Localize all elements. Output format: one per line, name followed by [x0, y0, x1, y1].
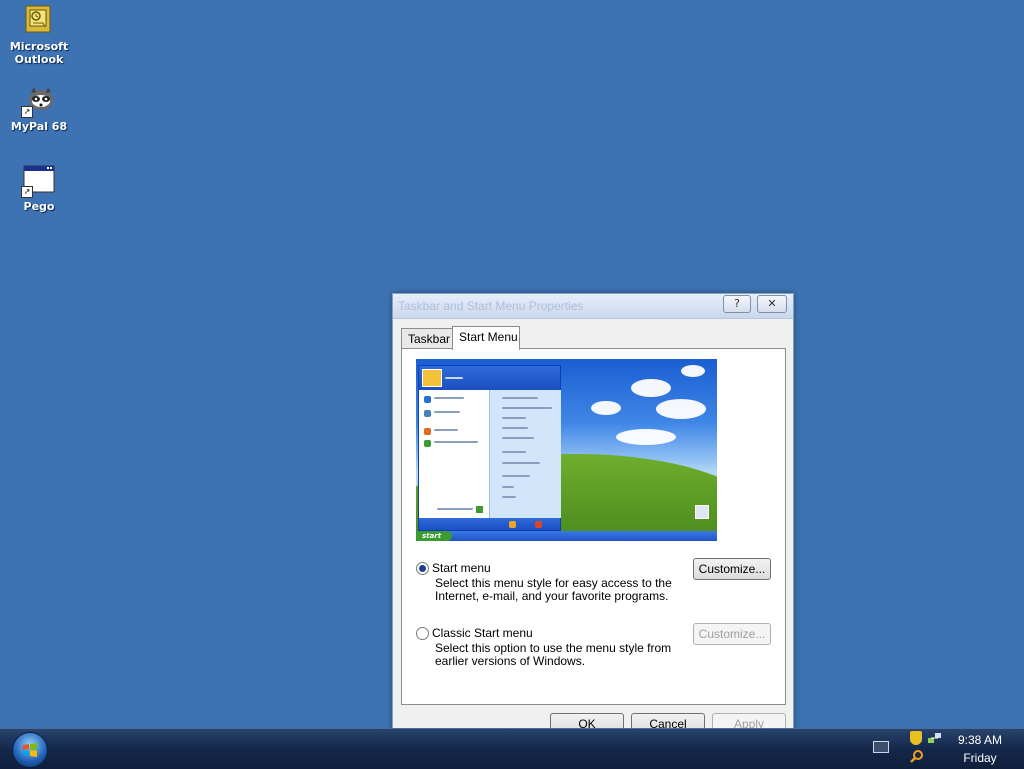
- xp-line: [502, 427, 528, 429]
- xp-menu-right-column: [489, 390, 561, 518]
- cloud-shape: [656, 399, 706, 419]
- xp-line: [502, 437, 534, 439]
- classic-start-menu-option-description: Select this option to use the menu style…: [435, 641, 672, 668]
- close-button[interactable]: ✕: [757, 295, 787, 313]
- xp-line: [437, 508, 473, 510]
- shutdown-icon: [535, 521, 542, 528]
- start-button[interactable]: [12, 732, 48, 768]
- recycle-bin-icon: [695, 505, 709, 519]
- arrow-icon: [476, 506, 483, 513]
- logoff-icon: [509, 521, 516, 528]
- msn-icon: [424, 428, 431, 435]
- dialog-title: Taskbar and Start Menu Properties: [398, 299, 584, 313]
- xp-line: [502, 475, 530, 477]
- xp-taskbar-preview: start: [416, 531, 717, 541]
- xp-line: [434, 429, 458, 431]
- clock-day[interactable]: Friday: [950, 751, 1010, 765]
- xp-line: [502, 407, 552, 409]
- cloud-shape: [631, 379, 671, 397]
- xp-line: [502, 496, 516, 498]
- outlook-icon: [23, 4, 55, 36]
- help-button[interactable]: ?: [723, 295, 751, 313]
- taskbar-start-menu-properties-dialog: Taskbar and Start Menu Properties ? ✕ Ta…: [392, 293, 794, 735]
- xp-line: [434, 411, 460, 413]
- xp-line: [502, 462, 540, 464]
- xp-start-menu-preview: [418, 365, 561, 531]
- classic-start-menu-option-label[interactable]: Classic Start menu: [432, 626, 533, 640]
- xp-menu-footer: [419, 518, 560, 530]
- xp-line: [434, 441, 478, 443]
- clock-time[interactable]: 9:38 AM: [950, 733, 1010, 747]
- classic-customize-button: Customize...: [693, 623, 771, 645]
- start-menu-customize-button[interactable]: Customize...: [693, 558, 771, 580]
- desktop-icon-label: Pego: [23, 200, 55, 213]
- windows-flag-icon: [23, 743, 37, 757]
- start-menu-radio[interactable]: [416, 562, 429, 575]
- start-menu-tab-panel: start Start menu Select this menu style …: [401, 348, 786, 705]
- shield-icon[interactable]: [910, 731, 922, 745]
- xp-line: [434, 397, 464, 399]
- internet-icon: [424, 396, 431, 403]
- tab-start-menu[interactable]: Start Menu: [452, 326, 520, 350]
- start-menu-option-label[interactable]: Start menu: [432, 561, 491, 575]
- cloud-shape: [591, 401, 621, 415]
- raccoon-icon: ↗: [21, 84, 55, 118]
- xp-line: [502, 397, 538, 399]
- shortcut-arrow-icon: ↗: [21, 106, 33, 118]
- xp-line: [502, 486, 514, 488]
- xp-line: [445, 377, 463, 379]
- desktop-icon-pego[interactable]: ↗ Pego: [0, 164, 78, 213]
- shortcut-arrow-icon: ↗: [21, 186, 33, 198]
- cloud-shape: [616, 429, 676, 445]
- email-icon: [424, 410, 431, 417]
- title-bar[interactable]: Taskbar and Start Menu Properties ? ✕: [393, 294, 793, 319]
- desktop-icon-label: MyPal 68: [10, 120, 68, 133]
- tour-icon: [424, 440, 431, 447]
- start-menu-preview-image: start: [416, 359, 717, 541]
- window-app-icon: ↗: [21, 164, 55, 198]
- tab-taskbar[interactable]: Taskbar: [401, 328, 454, 349]
- xp-menu-left-column: [419, 390, 489, 518]
- keyboard-icon[interactable]: [873, 741, 889, 753]
- user-avatar-icon: [422, 369, 442, 387]
- classic-start-menu-radio[interactable]: [416, 627, 429, 640]
- radio-selected-dot: [419, 565, 426, 572]
- desktop-icon-outlook[interactable]: Microsoft Outlook: [0, 4, 78, 66]
- network-icon[interactable]: [928, 732, 942, 744]
- xp-line: [502, 451, 526, 453]
- search-icon[interactable]: [910, 749, 924, 763]
- desktop-icon-mypal[interactable]: ↗ MyPal 68: [0, 84, 78, 133]
- start-menu-option-description: Select this menu style for easy access t…: [435, 576, 672, 603]
- xp-menu-header: [419, 366, 560, 390]
- cloud-shape: [681, 365, 705, 377]
- xp-start-button: start: [416, 531, 452, 541]
- xp-line: [502, 417, 526, 419]
- taskbar: 9:38 AM Friday: [0, 728, 1024, 769]
- desktop-icon-label: Microsoft Outlook: [9, 40, 69, 66]
